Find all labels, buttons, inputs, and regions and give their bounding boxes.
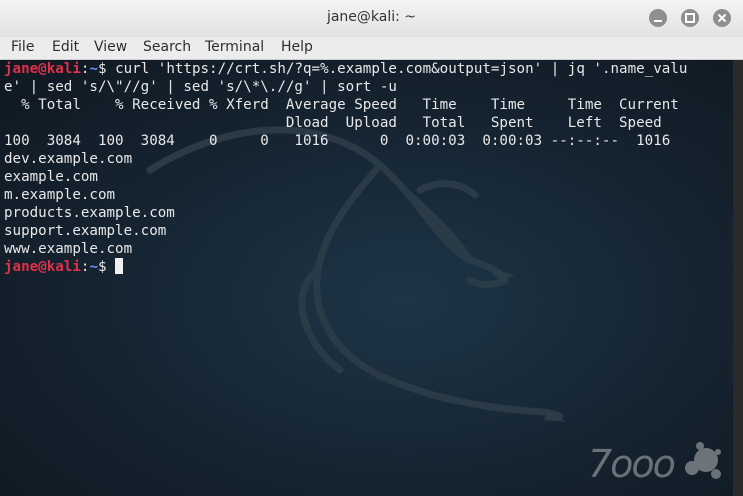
result-line: m.example.com (4, 187, 116, 203)
menu-terminal[interactable]: Terminal (205, 39, 264, 55)
maximize-icon (685, 13, 695, 23)
command-text-1: curl 'https://crt.sh/?q=%.example.com&ou… (106, 61, 688, 77)
prompt-path: ~ (89, 61, 98, 77)
prompt-symbol: $ (97, 61, 107, 77)
terminal-area[interactable]: jane@kali:~$ curl 'https://crt.sh/?q=%.e… (0, 60, 733, 496)
prompt-user: jane (4, 61, 39, 77)
prompt-at: @ (38, 259, 47, 275)
text-cursor (115, 258, 124, 274)
result-line: dev.example.com (4, 151, 133, 167)
command-line-2: e' | sed 's/\"//g' | sed 's/\*\.//g' | s… (4, 79, 397, 95)
result-line: www.example.com (4, 241, 133, 257)
menu-file[interactable]: File (11, 39, 34, 55)
close-icon (717, 13, 727, 23)
result-line: support.example.com (4, 223, 167, 239)
progress-header-2: Dload Upload Total Spent Left Speed (4, 115, 662, 131)
command-line-1: jane@kali:~$ curl 'https://crt.sh/?q=%.e… (4, 60, 687, 78)
menu-edit[interactable]: Edit (52, 39, 79, 55)
menu-view[interactable]: View (94, 39, 127, 55)
menu-bar: File Edit View Search Terminal Help (0, 37, 743, 60)
result-line: products.example.com (4, 205, 175, 221)
scrollbar[interactable] (733, 60, 743, 496)
progress-header-1: % Total % Received % Xferd Average Speed… (4, 97, 679, 113)
close-button[interactable] (713, 9, 731, 27)
watermark-text: 7ooo (588, 442, 676, 486)
prompt-user: jane (4, 259, 39, 275)
menu-help[interactable]: Help (281, 39, 313, 55)
watermark: 7ooo (588, 438, 723, 488)
terminal-window: jane@kali: ~ File Edit View Search Termi… (0, 0, 743, 496)
title-bar[interactable]: jane@kali: ~ (0, 0, 743, 38)
maximize-button[interactable] (681, 9, 699, 27)
menu-search[interactable]: Search (143, 39, 191, 55)
window-title: jane@kali: ~ (326, 9, 417, 25)
prompt-host: kali (46, 61, 81, 77)
prompt-at: @ (38, 61, 47, 77)
progress-row: 100 3084 100 3084 0 0 1016 0 0:00:03 0:0… (4, 133, 671, 149)
prompt-line[interactable]: jane@kali:~$ (4, 258, 124, 276)
minimize-icon (654, 20, 662, 22)
prompt-path: ~ (89, 259, 98, 275)
result-line: example.com (4, 169, 98, 185)
prompt-symbol: $ (97, 259, 107, 275)
minimize-button[interactable] (649, 9, 667, 27)
prompt-host: kali (46, 259, 81, 275)
